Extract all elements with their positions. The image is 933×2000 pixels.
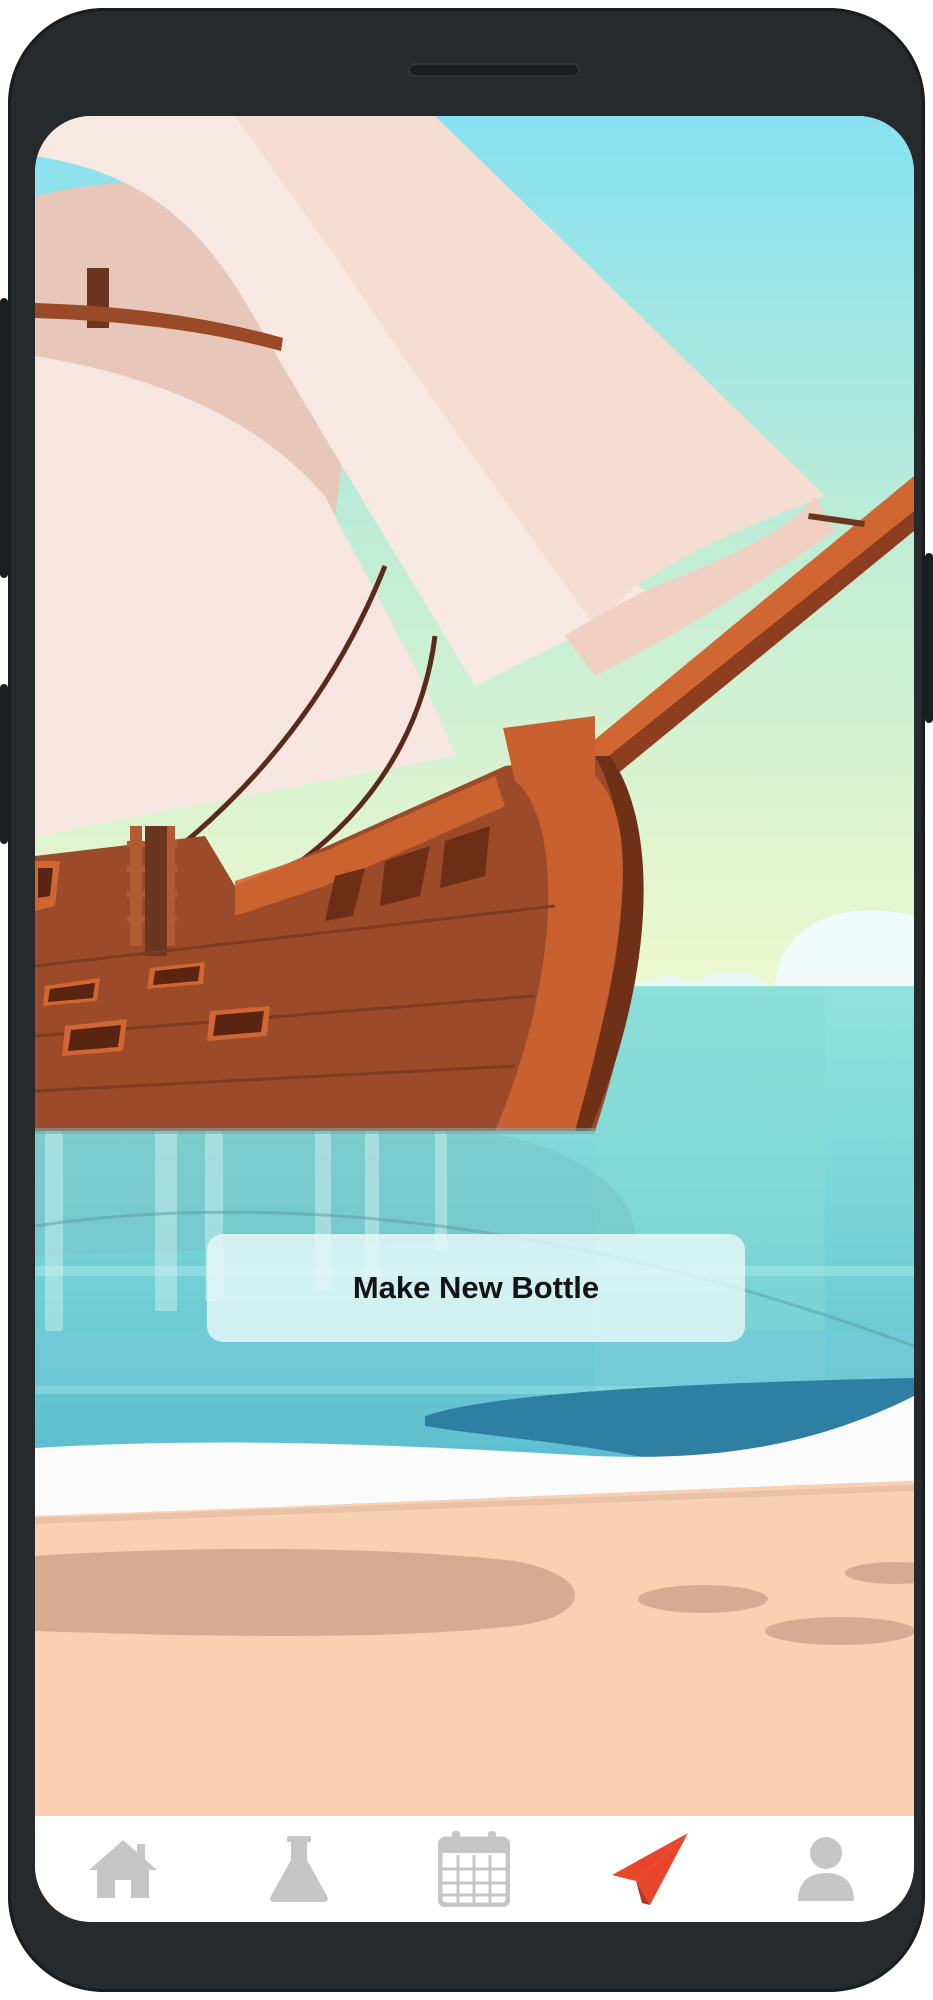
tab-profile[interactable] <box>766 1816 886 1922</box>
volume-button <box>0 298 8 578</box>
phone-frame: Make New Bottle <box>0 8 933 1992</box>
user-icon <box>798 1837 855 1901</box>
paper-plane-icon <box>612 1833 689 1905</box>
tab-home[interactable] <box>63 1816 183 1922</box>
tab-calendar[interactable] <box>414 1816 534 1922</box>
earpiece-speaker <box>408 63 580 77</box>
tab-send[interactable] <box>590 1816 710 1922</box>
pirate-ship-beach-illustration <box>35 116 914 1816</box>
flask-icon <box>269 1836 328 1902</box>
app-screen: Make New Bottle <box>35 116 914 1922</box>
home-icon <box>88 1840 157 1898</box>
power-button-left <box>0 684 8 844</box>
power-button-right <box>925 553 933 723</box>
calendar-icon <box>438 1831 511 1907</box>
make-new-bottle-button[interactable]: Make New Bottle <box>207 1234 745 1342</box>
bottom-tab-bar <box>35 1816 914 1922</box>
tab-experiments[interactable] <box>239 1816 359 1922</box>
